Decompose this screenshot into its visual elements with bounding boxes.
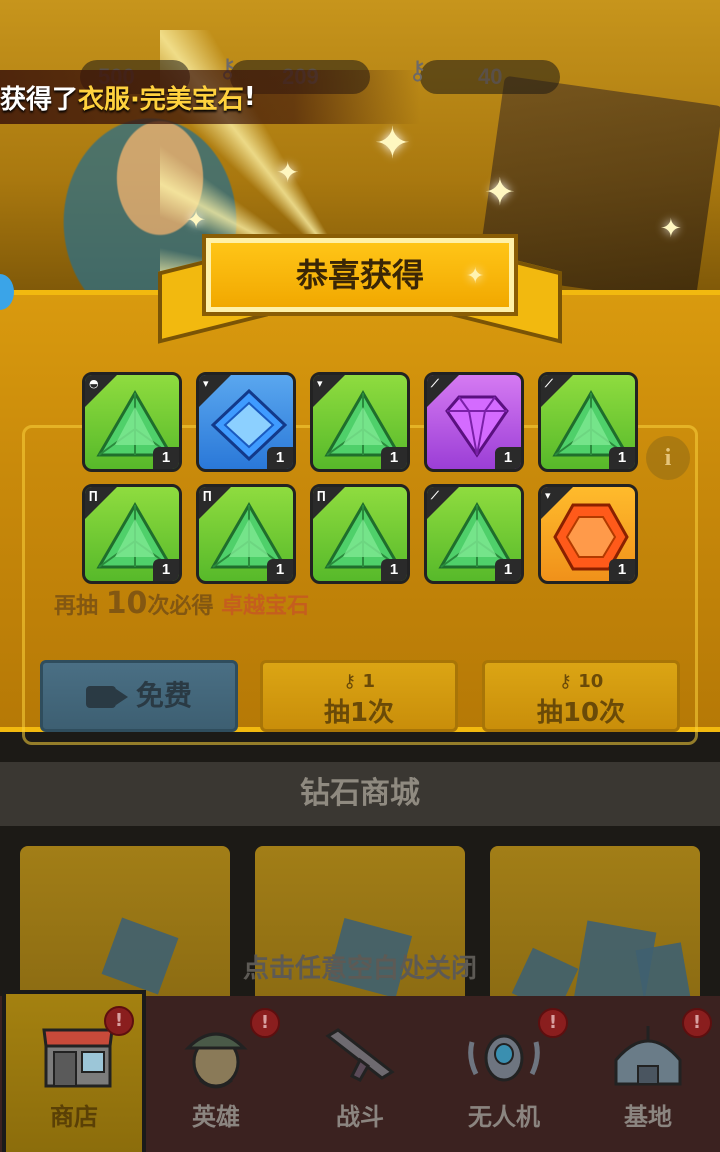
store-card-3[interactable]: [490, 846, 700, 1016]
base-icon: [614, 1026, 682, 1086]
item-quantity: 1: [381, 447, 407, 469]
reward-item[interactable]: ◓ 1: [82, 372, 182, 472]
item-quantity: 1: [381, 559, 407, 581]
nav-label-shop: 商店: [50, 1103, 98, 1131]
pity-middle: 次必得: [147, 594, 214, 619]
item-quantity: 1: [609, 447, 635, 469]
draw-1-cost: 1: [362, 671, 375, 692]
nav-label-base: 基地: [624, 1103, 672, 1131]
shirt-icon: ▾: [545, 489, 551, 502]
diamond-store-header: 钻石商城: [0, 762, 720, 826]
info-icon[interactable]: i: [646, 436, 690, 480]
reward-item[interactable]: ∏ 1: [82, 484, 182, 584]
sparkle-icon: ✦: [276, 156, 300, 189]
notice-prefix: 获得了: [0, 84, 79, 115]
reward-item[interactable]: ⟋ 1: [538, 372, 638, 472]
nav-label-battle: 战斗: [336, 1103, 384, 1131]
notice-highlight: 衣服·完美宝石: [78, 84, 244, 115]
item-quantity: 1: [495, 447, 521, 469]
pity-count: 10: [105, 586, 148, 621]
item-quantity: 1: [267, 559, 293, 581]
shirt-icon: ▾: [317, 377, 323, 390]
draw-1-button[interactable]: ⚷ 1 抽1次: [260, 660, 458, 732]
key-icon: ⚷: [558, 671, 572, 692]
video-camera-icon: [86, 686, 129, 708]
draw-10-button[interactable]: ⚷ 10 抽10次: [482, 660, 680, 732]
draw-1-label: 抽1次: [323, 698, 395, 728]
sparkle-icon: ✦: [466, 264, 485, 289]
reward-item[interactable]: ∏ 1: [310, 484, 410, 584]
pity-prefix: 再抽: [54, 594, 99, 619]
alert-badge: !: [538, 1008, 568, 1038]
nav-tab-hero[interactable]: ! 英雄: [144, 996, 288, 1152]
reward-item[interactable]: ▾ 1: [196, 372, 296, 472]
reward-item[interactable]: ⟋ 1: [424, 484, 524, 584]
gold-key-count: 40: [478, 64, 503, 89]
store-card-2[interactable]: [255, 846, 465, 1016]
reward-item[interactable]: ▾ 1: [538, 484, 638, 584]
bottom-nav: ! 商店 ! 英雄 战斗 ! 无人机 ! 基地: [0, 990, 720, 1152]
banner-title: 恭喜获得: [295, 256, 424, 294]
drone-icon: [468, 1034, 540, 1082]
sparkle-icon: ✦: [374, 118, 411, 169]
pity-counter: 再抽 10次必得 卓越宝石: [54, 586, 309, 621]
key-icon: ⚷: [343, 671, 357, 692]
reward-item[interactable]: ⟋ 1: [424, 372, 524, 472]
sparkle-icon: ✦: [660, 214, 682, 244]
alert-badge: !: [682, 1008, 712, 1038]
alert-badge: !: [104, 1006, 134, 1036]
nav-label-hero: 英雄: [192, 1103, 240, 1131]
item-quantity: 1: [495, 559, 521, 581]
sparkle-icon: ✦: [186, 206, 207, 234]
reward-item[interactable]: ∏ 1: [196, 484, 296, 584]
item-quantity: 1: [267, 447, 293, 469]
rifle-icon: [325, 1028, 395, 1082]
reward-grid: ◓ 1 ▾ 1 ▾ 1 ⟋ 1 ⟋ 1 ∏ 1 ∏ 1 ∏ 1 ⟋ 1 ▾ 1: [82, 372, 638, 584]
store-title: 钻石商城: [300, 776, 420, 811]
draw-10-label: 抽10次: [536, 698, 626, 728]
shop-icon: [42, 1028, 114, 1088]
sparkle-icon: ✦: [484, 170, 516, 214]
notice-suffix: !: [243, 82, 256, 112]
hero-icon: [184, 1032, 248, 1089]
shirt-icon: ▾: [203, 377, 209, 390]
alert-badge: !: [250, 1008, 280, 1038]
free-draw-button[interactable]: 免费: [40, 660, 238, 732]
pity-reward: 卓越宝石: [221, 594, 310, 619]
reward-item[interactable]: ▾ 1: [310, 372, 410, 472]
item-quantity: 1: [153, 559, 179, 581]
item-quantity: 1: [153, 447, 179, 469]
nav-tab-base[interactable]: ! 基地: [576, 996, 720, 1152]
draw-10-cost: 10: [578, 671, 604, 692]
item-quantity: 1: [609, 559, 635, 581]
nav-label-drone: 无人机: [468, 1103, 540, 1131]
free-draw-label: 免费: [135, 679, 192, 712]
nav-tab-drone[interactable]: ! 无人机: [432, 996, 576, 1152]
nav-tab-battle[interactable]: 战斗: [288, 996, 432, 1152]
acquisition-notice: 获得了 衣服·完美宝石!: [0, 70, 420, 124]
close-hint: 点击任意空白处关闭: [242, 954, 477, 984]
nav-tab-shop[interactable]: ! 商店: [2, 990, 146, 1152]
